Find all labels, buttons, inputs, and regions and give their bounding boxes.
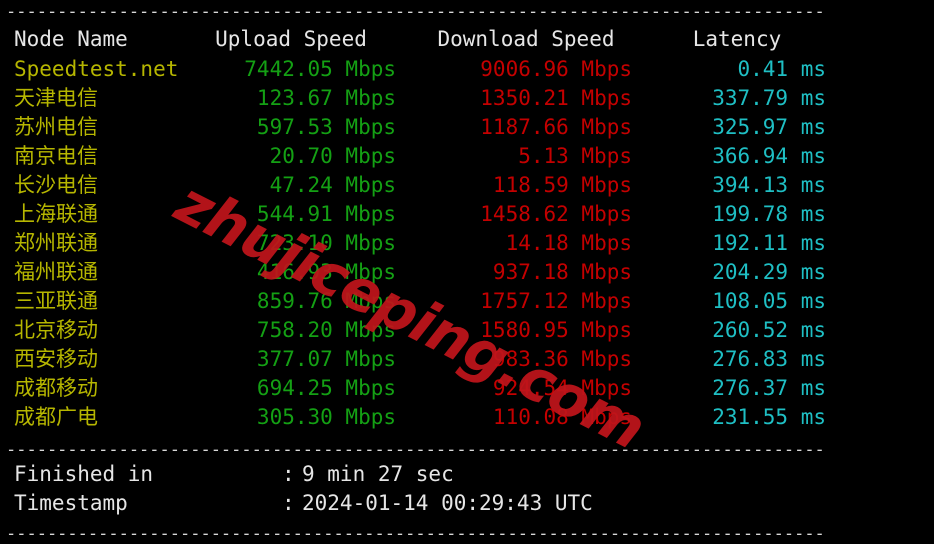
table-row: 成都移动 694.25 Mbps 924.54 Mbps 276.37 ms (0, 374, 934, 403)
cell-latency: 108.05 ms (712, 289, 826, 313)
table-row: 福州联通 416.93 Mbps 937.18 Mbps 204.29 ms (0, 258, 934, 287)
cell-upload-speed: 7442.05 Mbps (244, 57, 396, 81)
cell-latency: 199.78 ms (712, 202, 826, 226)
column-header-node-name: Node Name (14, 27, 128, 51)
cell-latency: 260.52 ms (712, 318, 826, 342)
cell-node-name: 郑州联通 (14, 231, 98, 255)
cell-node-name: 上海联通 (14, 202, 98, 226)
cell-node-name: 北京移动 (14, 318, 98, 342)
cell-latency: 394.13 ms (712, 173, 826, 197)
timestamp-colon: : (282, 491, 295, 515)
separator-middle: ----------------------------------------… (6, 440, 825, 460)
table-row: 成都广电 305.30 Mbps 110.08 Mbps 231.55 ms (0, 403, 934, 432)
table-row: 天津电信 123.67 Mbps 1350.21 Mbps 337.79 ms (0, 84, 934, 113)
cell-latency: 337.79 ms (712, 86, 826, 110)
cell-latency: 325.97 ms (712, 115, 826, 139)
cell-node-name: 三亚联通 (14, 289, 98, 313)
table-body: Speedtest.net 7442.05 Mbps 9006.96 Mbps 0.4… (0, 55, 934, 432)
table-row: 郑州联通 723.10 Mbps 14.18 Mbps 192.11 ms (0, 229, 934, 258)
table-row: 北京移动 758.20 Mbps 1580.95 Mbps 260.52 ms (0, 316, 934, 345)
cell-upload-speed: 694.25 Mbps (256, 376, 396, 400)
cell-upload-speed: 758.20 Mbps (256, 318, 396, 342)
cell-upload-speed: 47.24 Mbps (269, 173, 396, 197)
terminal-window: ----------------------------------------… (0, 0, 934, 544)
cell-node-name: 成都广电 (14, 405, 98, 429)
cell-download-speed: 1187.66 Mbps (480, 115, 632, 139)
table-row: 上海联通 544.91 Mbps 1458.62 Mbps 199.78 ms (0, 200, 934, 229)
cell-node-name: 成都移动 (14, 376, 98, 400)
cell-latency: 192.11 ms (712, 231, 826, 255)
cell-download-speed: 1757.12 Mbps (480, 289, 632, 313)
cell-upload-speed: 305.30 Mbps (256, 405, 396, 429)
cell-latency: 276.37 ms (712, 376, 826, 400)
table-row: 三亚联通 859.76 Mbps 1757.12 Mbps 108.05 ms (0, 287, 934, 316)
cell-download-speed: 1580.95 Mbps (480, 318, 632, 342)
cell-download-speed: 118.59 Mbps (492, 173, 632, 197)
cell-upload-speed: 544.91 Mbps (256, 202, 396, 226)
cell-node-name: Speedtest.net (14, 57, 179, 81)
cell-upload-speed: 597.53 Mbps (256, 115, 396, 139)
table-row: 西安移动 377.07 Mbps 983.36 Mbps 276.83 ms (0, 345, 934, 374)
timestamp-value: 2024-01-14 00:29:43 UTC (302, 491, 593, 515)
cell-upload-speed: 377.07 Mbps (256, 347, 396, 371)
cell-latency: 231.55 ms (712, 405, 826, 429)
cell-latency: 276.83 ms (712, 347, 826, 371)
cell-download-speed: 937.18 Mbps (492, 260, 632, 284)
cell-node-name: 天津电信 (14, 86, 98, 110)
summary-row-timestamp: Timestamp : 2024-01-14 00:29:43 UTC (0, 489, 934, 518)
cell-upload-speed: 416.93 Mbps (256, 260, 396, 284)
cell-node-name: 南京电信 (14, 144, 98, 168)
cell-upload-speed: 859.76 Mbps (256, 289, 396, 313)
cell-download-speed: 5.13 Mbps (518, 144, 632, 168)
cell-upload-speed: 723.10 Mbps (256, 231, 396, 255)
table-header-row: Node Name Upload Speed Download Speed La… (0, 24, 934, 55)
cell-node-name: 苏州电信 (14, 115, 98, 139)
cell-download-speed: 924.54 Mbps (492, 376, 632, 400)
column-header-latency: Latency (692, 27, 782, 51)
cell-node-name: 西安移动 (14, 347, 98, 371)
cell-latency: 366.94 ms (712, 144, 826, 168)
column-header-upload-speed: Upload Speed (215, 27, 367, 51)
cell-download-speed: 9006.96 Mbps (480, 57, 632, 81)
cell-latency: 0.41 ms (737, 57, 826, 81)
table-row: 苏州电信 597.53 Mbps 1187.66 Mbps 325.97 ms (0, 113, 934, 142)
table-row: Speedtest.net 7442.05 Mbps 9006.96 Mbps 0.4… (0, 55, 934, 84)
separator-bottom: ----------------------------------------… (6, 524, 825, 544)
column-header-download-speed: Download Speed (437, 27, 615, 51)
cell-download-speed: 110.08 Mbps (492, 405, 632, 429)
cell-node-name: 福州联通 (14, 260, 98, 284)
cell-download-speed: 1458.62 Mbps (480, 202, 632, 226)
finished-in-value: 9 min 27 sec (302, 462, 454, 486)
cell-upload-speed: 123.67 Mbps (256, 86, 396, 110)
finished-in-label: Finished in (14, 462, 154, 486)
summary-row-finished-in: Finished in : 9 min 27 sec (0, 460, 934, 489)
timestamp-label: Timestamp (14, 491, 128, 515)
cell-download-speed: 1350.21 Mbps (480, 86, 632, 110)
separator-top: ----------------------------------------… (6, 2, 825, 22)
cell-latency: 204.29 ms (712, 260, 826, 284)
cell-upload-speed: 20.70 Mbps (269, 144, 396, 168)
finished-in-colon: : (282, 462, 295, 486)
cell-download-speed: 983.36 Mbps (492, 347, 632, 371)
table-row: 长沙电信 47.24 Mbps 118.59 Mbps 394.13 ms (0, 171, 934, 200)
cell-download-speed: 14.18 Mbps (505, 231, 632, 255)
cell-node-name: 长沙电信 (14, 173, 98, 197)
table-row: 南京电信 20.70 Mbps 5.13 Mbps 366.94 ms (0, 142, 934, 171)
